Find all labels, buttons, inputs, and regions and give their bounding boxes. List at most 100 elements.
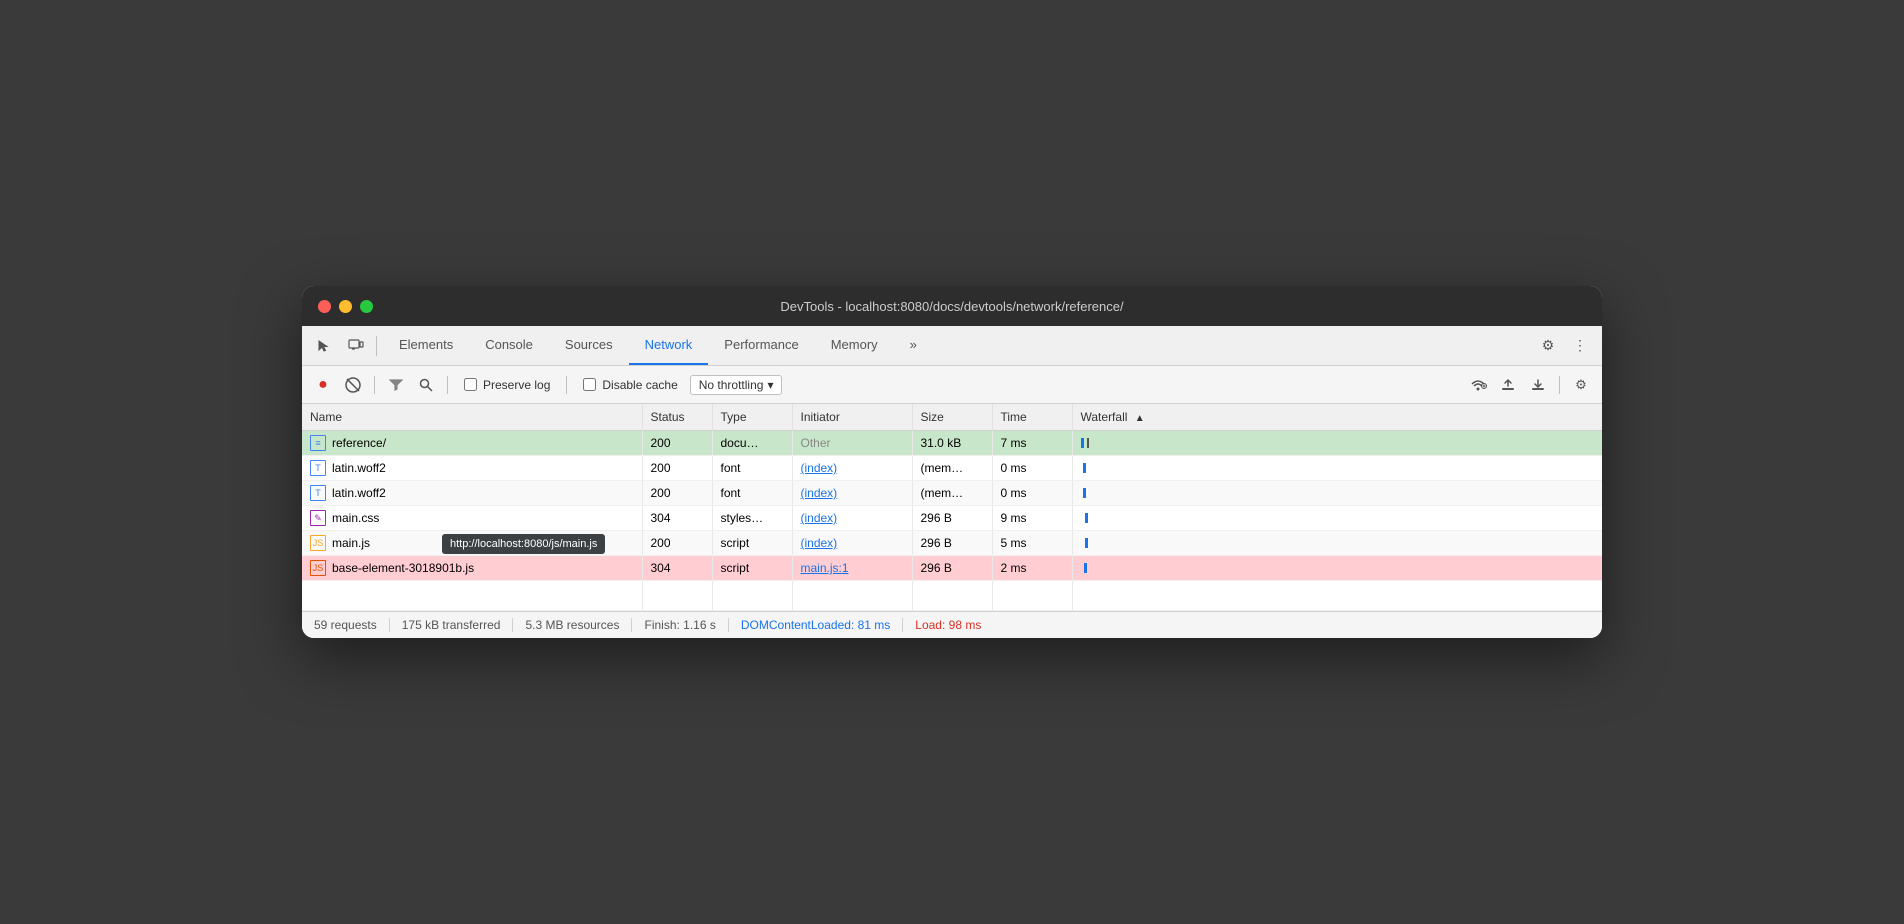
- time-cell: 9 ms: [992, 506, 1072, 531]
- time-cell: 2 ms: [992, 556, 1072, 581]
- initiator-cell[interactable]: (index): [792, 531, 912, 556]
- table-row[interactable]: JSmain.jshttp://localhost:8080/js/main.j…: [302, 531, 1602, 556]
- col-header-name[interactable]: Name: [302, 404, 642, 431]
- finish-time: Finish: 1.16 s: [632, 618, 728, 632]
- more-options-icon[interactable]: ⋮: [1566, 332, 1594, 360]
- size-cell: 296 B: [912, 556, 992, 581]
- col-header-size[interactable]: Size: [912, 404, 992, 431]
- net-toolbar-right: ⚙: [1465, 372, 1594, 398]
- time-cell: 0 ms: [992, 481, 1072, 506]
- download-icon[interactable]: [1525, 372, 1551, 398]
- status-cell: 200: [642, 456, 712, 481]
- minimize-button[interactable]: [339, 300, 352, 313]
- col-header-initiator[interactable]: Initiator: [792, 404, 912, 431]
- sort-arrow-icon: ▲: [1135, 413, 1145, 424]
- time-cell: 5 ms: [992, 531, 1072, 556]
- size-cell: 31.0 kB: [912, 431, 992, 456]
- disable-cache-label[interactable]: Disable cache: [575, 378, 685, 392]
- initiator-cell: Other: [792, 431, 912, 456]
- data-transferred: 175 kB transferred: [390, 618, 514, 632]
- table-row[interactable]: ≡ reference/200docu…Other31.0 kB7 ms: [302, 431, 1602, 456]
- filter-icon[interactable]: [383, 372, 409, 398]
- upload-icon[interactable]: [1495, 372, 1521, 398]
- toolbar-right: ⚙ ⋮: [1534, 332, 1594, 360]
- request-name: base-element-3018901b.js: [332, 561, 474, 575]
- waterfall-cell: [1072, 531, 1602, 556]
- request-name: reference/: [332, 436, 386, 450]
- requests-count: 59 requests: [314, 618, 390, 632]
- tab-bar: Elements Console Sources Network Perform…: [383, 326, 1534, 365]
- time-cell: 7 ms: [992, 431, 1072, 456]
- net-divider-4: [1559, 376, 1560, 394]
- record-button[interactable]: ●: [310, 372, 336, 398]
- time-cell: 0 ms: [992, 456, 1072, 481]
- file-type-icon: ≡: [310, 435, 326, 451]
- title-bar: DevTools - localhost:8080/docs/devtools/…: [302, 286, 1602, 326]
- tab-memory[interactable]: Memory: [815, 326, 894, 365]
- waterfall-cell: [1072, 431, 1602, 456]
- size-cell: 296 B: [912, 531, 992, 556]
- col-header-waterfall[interactable]: Waterfall ▲: [1072, 404, 1602, 431]
- tab-console[interactable]: Console: [469, 326, 549, 365]
- preserve-log-label[interactable]: Preserve log: [456, 378, 558, 392]
- table-row[interactable]: Tlatin.woff2200font(index)(mem…0 ms: [302, 481, 1602, 506]
- request-name: latin.woff2: [332, 461, 386, 475]
- initiator-cell[interactable]: (index): [792, 481, 912, 506]
- cursor-icon[interactable]: [310, 332, 338, 360]
- throttle-dropdown[interactable]: No throttling ▾: [690, 375, 783, 395]
- status-bar: 59 requests 175 kB transferred 5.3 MB re…: [302, 611, 1602, 638]
- initiator-cell[interactable]: main.js:1: [792, 556, 912, 581]
- tab-performance[interactable]: Performance: [708, 326, 814, 365]
- tab-more[interactable]: »: [894, 326, 933, 365]
- toolbar-left: [310, 332, 370, 360]
- chevron-down-icon: ▾: [767, 378, 773, 392]
- table-row[interactable]: JSbase-element-3018901b.js304scriptmain.…: [302, 556, 1602, 581]
- table-empty-row: [302, 581, 1602, 611]
- type-cell: docu…: [712, 431, 792, 456]
- clear-button[interactable]: [340, 372, 366, 398]
- col-header-status[interactable]: Status: [642, 404, 712, 431]
- net-divider-2: [447, 376, 448, 394]
- name-cell[interactable]: JSmain.jshttp://localhost:8080/js/main.j…: [302, 531, 642, 556]
- main-toolbar: Elements Console Sources Network Perform…: [302, 326, 1602, 366]
- col-header-type[interactable]: Type: [712, 404, 792, 431]
- col-header-time[interactable]: Time: [992, 404, 1072, 431]
- network-settings-icon[interactable]: ⚙: [1568, 372, 1594, 398]
- status-cell: 200: [642, 431, 712, 456]
- file-type-icon: T: [310, 460, 326, 476]
- request-name: main.js: [332, 536, 370, 550]
- name-cell[interactable]: Tlatin.woff2: [302, 456, 642, 481]
- waterfall-cell: [1072, 481, 1602, 506]
- table-row[interactable]: ✎main.css304styles…(index)296 B9 ms: [302, 506, 1602, 531]
- resources-size: 5.3 MB resources: [513, 618, 632, 632]
- type-cell: script: [712, 556, 792, 581]
- search-icon[interactable]: [413, 372, 439, 398]
- tab-sources[interactable]: Sources: [549, 326, 629, 365]
- name-cell[interactable]: Tlatin.woff2: [302, 481, 642, 506]
- size-cell: (mem…: [912, 481, 992, 506]
- main-content: Name Status Type Initiator Size: [302, 404, 1602, 638]
- tab-network[interactable]: Network: [629, 326, 709, 365]
- name-cell[interactable]: ✎main.css: [302, 506, 642, 531]
- toolbar-divider: [376, 336, 377, 356]
- network-table-container[interactable]: Name Status Type Initiator Size: [302, 404, 1602, 611]
- waterfall-cell: [1072, 556, 1602, 581]
- preserve-log-checkbox[interactable]: [464, 378, 477, 391]
- wifi-settings-icon[interactable]: [1465, 372, 1491, 398]
- close-button[interactable]: [318, 300, 331, 313]
- name-cell[interactable]: ≡ reference/: [302, 431, 642, 456]
- net-divider-3: [566, 376, 567, 394]
- table-row[interactable]: Tlatin.woff2200font(index)(mem…0 ms: [302, 456, 1602, 481]
- device-icon[interactable]: [342, 332, 370, 360]
- waterfall-cell: [1072, 456, 1602, 481]
- dom-content-loaded: DOMContentLoaded: 81 ms: [729, 618, 903, 632]
- name-cell[interactable]: JSbase-element-3018901b.js: [302, 556, 642, 581]
- settings-icon[interactable]: ⚙: [1534, 332, 1562, 360]
- tab-elements[interactable]: Elements: [383, 326, 469, 365]
- initiator-cell[interactable]: (index): [792, 506, 912, 531]
- maximize-button[interactable]: [360, 300, 373, 313]
- devtools-window: DevTools - localhost:8080/docs/devtools/…: [302, 286, 1602, 638]
- disable-cache-checkbox[interactable]: [583, 378, 596, 391]
- initiator-cell[interactable]: (index): [792, 456, 912, 481]
- status-cell: 304: [642, 506, 712, 531]
